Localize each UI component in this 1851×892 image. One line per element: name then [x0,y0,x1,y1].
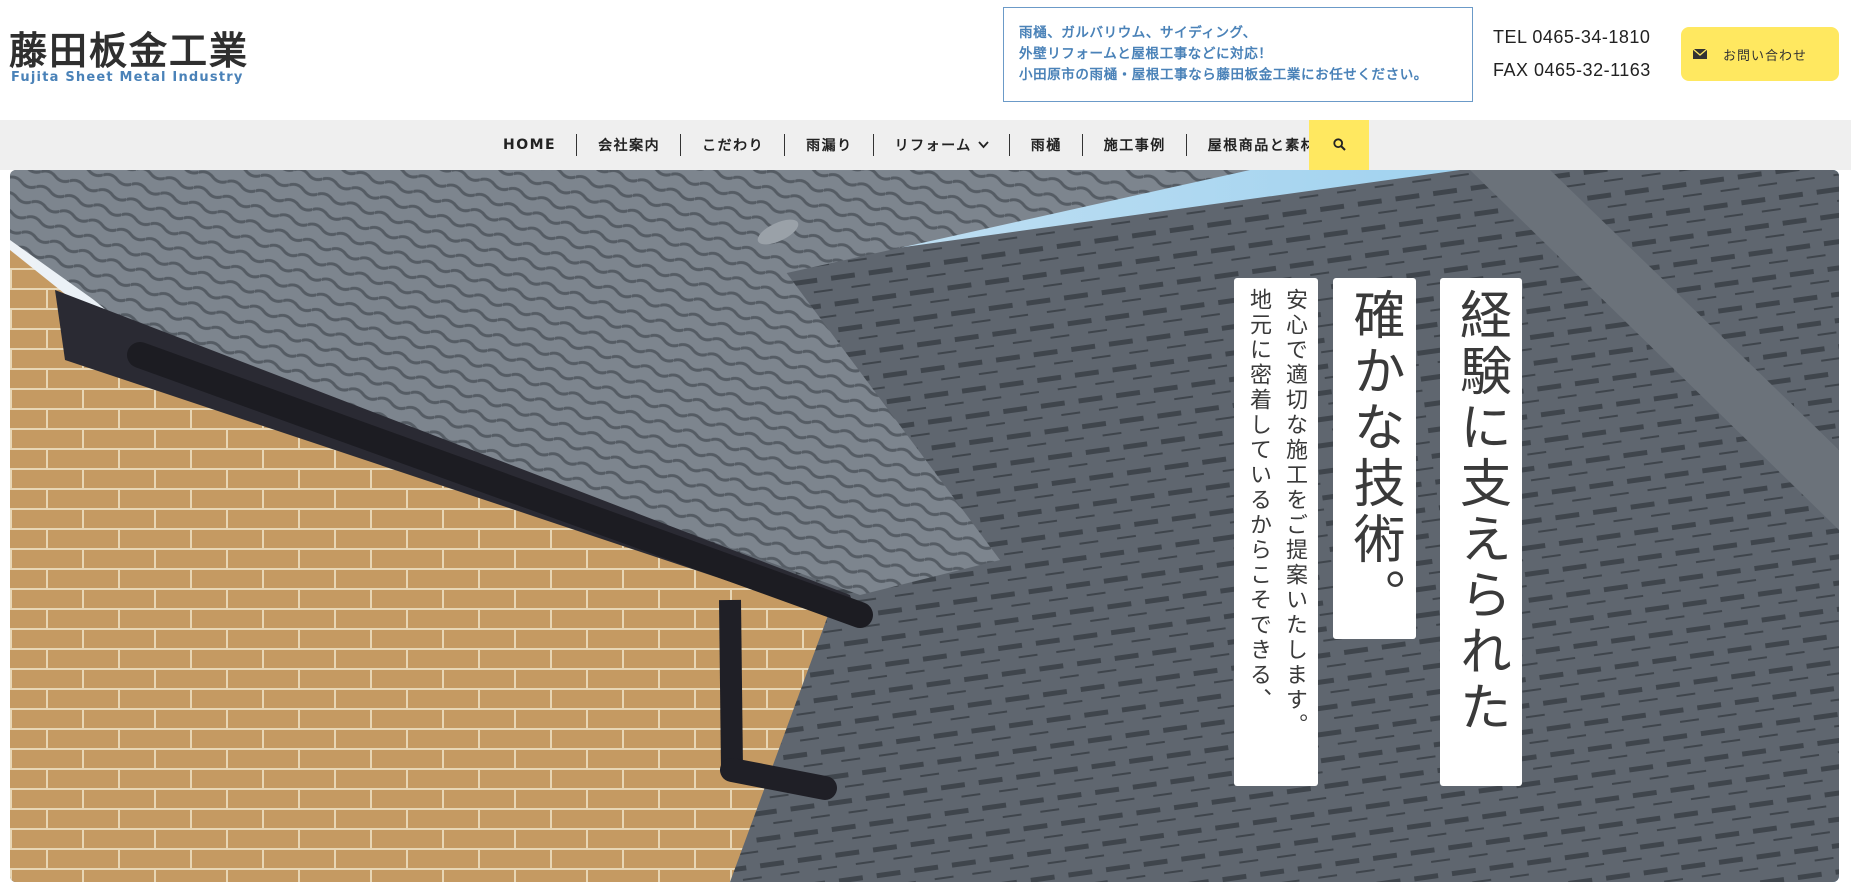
site-header: 藤田板金工業 Fujita Sheet Metal Industry 雨樋、ガル… [0,0,1851,120]
nav-item-label: 会社案内 [598,138,661,154]
logo-subtitle: Fujita Sheet Metal Industry [11,70,244,85]
notice-line-2: 外壁リフォームと屋根工事などに対応！ [1019,46,1273,62]
search-button[interactable] [1309,120,1369,170]
hero-body-col-2: 安心で適切な施工をご提案いたします。 [1282,288,1307,738]
hero-banner: 経験に支えられた 確かな技術。 地元に密着しているからこそできる、 安心で適切な… [10,170,1839,882]
headline-text-2: 確かな技術。 [1344,288,1404,624]
nav-item-label: リフォーム [894,138,972,154]
nav-item-leak[interactable]: 雨漏り [785,120,874,170]
tel-number[interactable]: TEL 0465-34-1810 [1493,27,1650,48]
headline-text-1: 経験に支えられた [1450,288,1511,736]
logo-title[interactable]: 藤田板金工業 [9,20,249,75]
notice-line-3: 小田原市の雨樋・屋根工事なら藤田板金工業にお任せください。 [1019,67,1428,83]
hero-body-text: 地元に密着しているからこそできる、 安心で適切な施工をご提案いたします。 [1234,278,1318,786]
nav-item-label: 屋根商品と素材 [1207,138,1317,154]
search-icon [1332,136,1346,155]
nav-item-label: 施工事例 [1103,138,1166,154]
hero-roof-image [10,170,1839,882]
nav-item-company[interactable]: 会社案内 [577,120,682,170]
nav-item-reform[interactable]: リフォーム [874,120,1010,170]
nav-item-label: 雨樋 [1030,138,1062,154]
headline-column-1: 経験に支えられた [1440,278,1522,786]
chevron-down-icon [978,137,989,153]
service-notice: 雨樋、ガルバリウム、サイディング、 外壁リフォームと屋根工事などに対応！ 小田原… [1003,7,1473,102]
nav-item-gutter[interactable]: 雨樋 [1010,120,1083,170]
contact-button[interactable]: お問い合わせ [1681,27,1839,81]
contact-button-label: お問い合わせ [1723,48,1808,64]
nav-item-works[interactable]: 施工事例 [1083,120,1187,170]
nav-item-commitment[interactable]: こだわり [681,120,786,170]
nav-item-label: こだわり [702,138,765,154]
mail-icon [1693,49,1707,59]
fax-number: FAX 0465-32-1163 [1493,60,1651,80]
hero-body-col-1: 地元に密着しているからこそできる、 [1246,288,1271,713]
nav-item-label: HOME [503,137,557,153]
nav-item-label: 雨漏り [806,138,853,154]
nav-item-home[interactable]: HOME [482,120,578,170]
main-nav: HOME 会社案内 こだわり 雨漏り リフォーム 雨樋 施工事例 屋根商品と素材 [0,120,1851,170]
notice-line-1: 雨樋、ガルバリウム、サイディング、 [1019,25,1257,41]
headline-column-2: 確かな技術。 [1333,278,1416,639]
